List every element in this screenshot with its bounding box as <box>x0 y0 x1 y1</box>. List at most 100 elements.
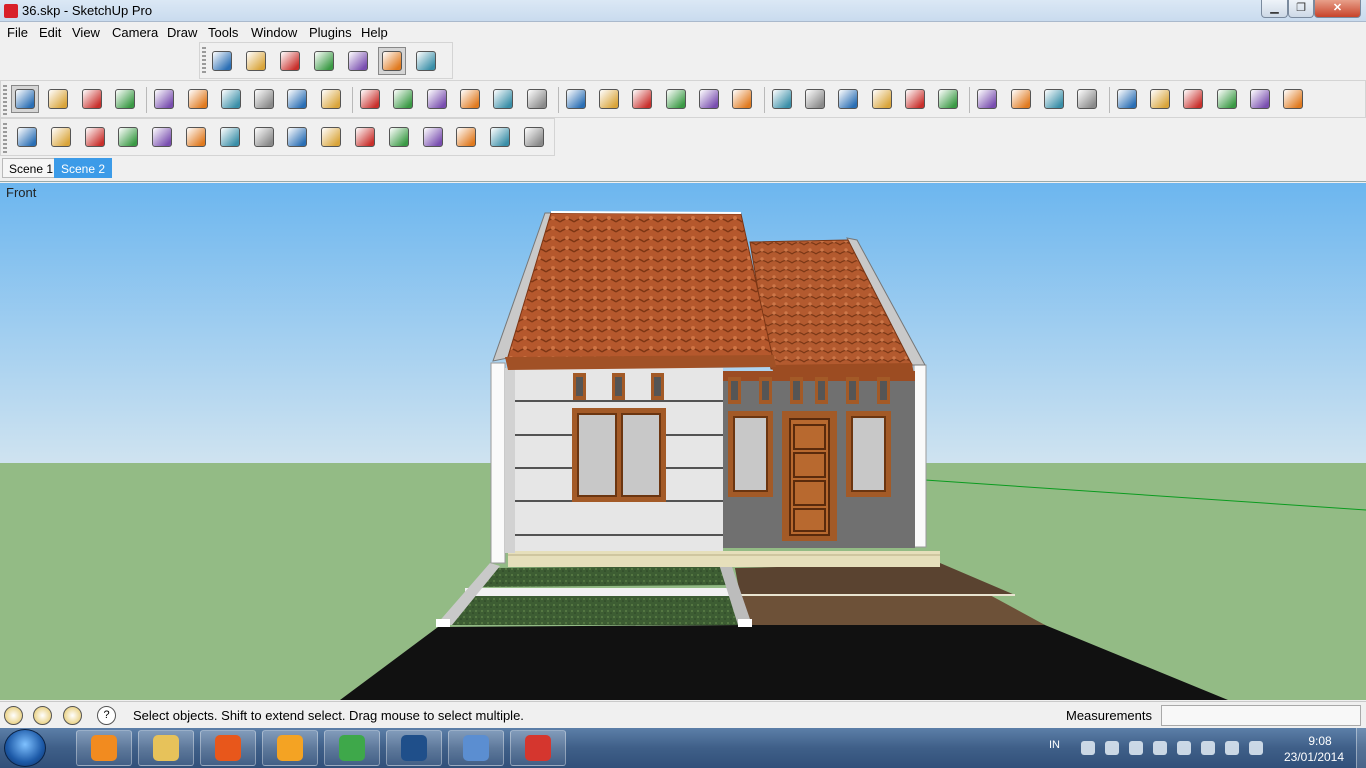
clock-time[interactable]: 9:08 <box>1290 734 1350 748</box>
sphere-light-button[interactable] <box>351 123 379 151</box>
action-center-icon[interactable] <box>1201 741 1215 755</box>
render-button[interactable] <box>81 123 109 151</box>
onenote-tray-icon[interactable] <box>1081 741 1095 755</box>
line-button[interactable] <box>184 85 212 113</box>
volume-icon[interactable] <box>1249 741 1263 755</box>
polygon-button[interactable] <box>283 85 311 113</box>
menu-tools[interactable]: Tools <box>208 25 238 40</box>
file-explorer-taskbar-button[interactable] <box>138 730 194 766</box>
circle-button[interactable] <box>217 85 245 113</box>
menu-file[interactable]: File <box>7 25 28 40</box>
tape-measure-button[interactable] <box>562 85 590 113</box>
minimize-button[interactable]: ▁ <box>1261 0 1288 18</box>
3d-text-button[interactable] <box>728 85 756 113</box>
arc-button[interactable] <box>250 85 278 113</box>
menu-help[interactable]: Help <box>361 25 388 40</box>
shaded-textures-button[interactable] <box>378 47 406 75</box>
measurements-input[interactable] <box>1161 705 1361 726</box>
messenger-tray-icon[interactable] <box>1153 741 1167 755</box>
tree-export-button[interactable] <box>520 123 548 151</box>
sky-dome-button[interactable] <box>317 123 345 151</box>
render-region-button[interactable] <box>114 123 142 151</box>
menu-draw[interactable]: Draw <box>167 25 197 40</box>
back-view-button[interactable] <box>1246 85 1274 113</box>
shaded-button[interactable] <box>344 47 372 75</box>
ies-light-button[interactable] <box>385 123 413 151</box>
axes-button[interactable] <box>695 85 723 113</box>
credits-icon[interactable] <box>33 706 52 725</box>
tree-proxy-button[interactable] <box>486 123 514 151</box>
area-light-button[interactable] <box>283 123 311 151</box>
chrome-taskbar-button[interactable] <box>324 730 380 766</box>
follow-me-button[interactable] <box>456 85 484 113</box>
top-view-button[interactable] <box>1146 85 1174 113</box>
section-plane-button[interactable] <box>1073 85 1101 113</box>
protractor-button[interactable] <box>628 85 656 113</box>
scene-tab-1[interactable]: Scene 1 <box>2 158 61 178</box>
zoom-extents-button[interactable] <box>901 85 929 113</box>
wireframe-button[interactable] <box>276 47 304 75</box>
tag-button[interactable] <box>182 123 210 151</box>
front-view-button[interactable] <box>1179 85 1207 113</box>
maximize-button[interactable]: ❐ <box>1288 0 1314 18</box>
instructor-help-icon[interactable]: ? <box>97 706 116 725</box>
antivirus-tray-icon[interactable] <box>1177 741 1191 755</box>
material-button[interactable] <box>13 123 41 151</box>
menu-plugins[interactable]: Plugins <box>309 25 352 40</box>
paint-bucket-button[interactable] <box>78 85 106 113</box>
omni-light-button[interactable] <box>216 123 244 151</box>
show-desktop-button[interactable] <box>1356 728 1366 768</box>
menu-camera[interactable]: Camera <box>112 25 158 40</box>
scene-tab-2[interactable]: Scene 2 <box>54 158 113 178</box>
rectangle-button[interactable] <box>150 85 178 113</box>
control-panel-taskbar-button[interactable] <box>448 730 504 766</box>
right-view-button[interactable] <box>1213 85 1241 113</box>
push-pull-button[interactable] <box>389 85 417 113</box>
close-button[interactable]: ✕ <box>1314 0 1361 18</box>
infinite-plane-button[interactable] <box>452 123 480 151</box>
menu-view[interactable]: View <box>72 25 100 40</box>
media-player-taskbar-button[interactable] <box>76 730 132 766</box>
photoshop-taskbar-button[interactable] <box>386 730 442 766</box>
help-button[interactable] <box>148 123 176 151</box>
text-button[interactable] <box>662 85 690 113</box>
flag-tray-icon[interactable] <box>1225 741 1239 755</box>
toolbar-grip[interactable] <box>3 123 7 153</box>
sphere-button[interactable] <box>419 123 447 151</box>
object-button[interactable] <box>47 123 75 151</box>
spot-light-button[interactable] <box>250 123 278 151</box>
freehand-button[interactable] <box>317 85 345 113</box>
eraser-button[interactable] <box>111 85 139 113</box>
ubuntu-taskbar-button[interactable] <box>262 730 318 766</box>
walk-button[interactable] <box>1040 85 1068 113</box>
hidden-line-button[interactable] <box>310 47 338 75</box>
scale-button[interactable] <box>489 85 517 113</box>
rotate-button[interactable] <box>423 85 451 113</box>
back-edges-button[interactable] <box>242 47 270 75</box>
select-button[interactable] <box>11 85 39 113</box>
zoom-window-button[interactable] <box>868 85 896 113</box>
iso-view-button[interactable] <box>1113 85 1141 113</box>
sketchup-taskbar-button[interactable] <box>510 730 566 766</box>
move-button[interactable] <box>356 85 384 113</box>
xray-button[interactable] <box>208 47 236 75</box>
menu-edit[interactable]: Edit <box>39 25 61 40</box>
sketchup-app-icon[interactable] <box>4 4 18 18</box>
look-around-button[interactable] <box>1007 85 1035 113</box>
user-account-icon[interactable] <box>63 706 82 725</box>
toolbar-grip[interactable] <box>202 47 206 75</box>
monochrome-button[interactable] <box>412 47 440 75</box>
firefox-taskbar-button[interactable] <box>200 730 256 766</box>
orbit-button[interactable] <box>768 85 796 113</box>
start-button[interactable] <box>4 729 46 767</box>
previous-view-button[interactable] <box>934 85 962 113</box>
clock-date[interactable]: 23/01/2014 <box>1278 750 1350 764</box>
menu-window[interactable]: Window <box>251 25 297 40</box>
offset-button[interactable] <box>523 85 551 113</box>
toolbar-grip[interactable] <box>3 85 7 115</box>
language-indicator[interactable]: IN <box>1049 739 1060 751</box>
left-view-button[interactable] <box>1279 85 1307 113</box>
model-viewport[interactable]: Front <box>0 183 1366 700</box>
geo-location-icon[interactable] <box>4 706 23 725</box>
position-camera-button[interactable] <box>973 85 1001 113</box>
